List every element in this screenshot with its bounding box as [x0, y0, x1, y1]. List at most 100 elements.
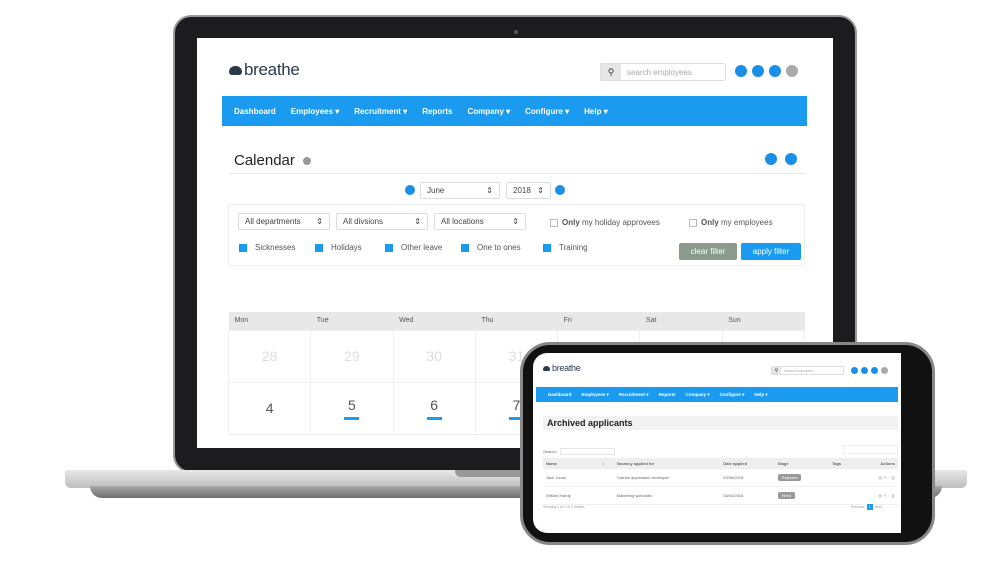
sort-icon[interactable]: ↕: [599, 458, 614, 469]
day-cell[interactable]: 29: [310, 329, 394, 383]
calendar-icon[interactable]: [785, 153, 797, 165]
day-cell[interactable]: 6: [392, 381, 476, 435]
chat-icon[interactable]: [752, 65, 764, 77]
checkbox[interactable]: [689, 218, 697, 227]
nav-reports[interactable]: Reports: [422, 107, 452, 116]
search-box[interactable]: ⚲ Search employees: [771, 366, 844, 375]
only-label: Only: [701, 218, 719, 227]
division-value: All divsions: [343, 217, 384, 226]
only-label: Only: [562, 218, 580, 227]
nav-company[interactable]: Company ▾: [686, 392, 710, 398]
vacancy: Trainee application developer: [613, 469, 721, 487]
camera: [514, 30, 518, 34]
nav-dashboard[interactable]: Dashboard: [234, 107, 276, 116]
nav-recruitment[interactable]: Recruitment ▾: [619, 392, 649, 398]
stage-badge: Rejected: [777, 474, 802, 481]
holiday-label: my holiday approvees: [579, 218, 660, 227]
table-row[interactable]: William Hardy Marketing specialist 05/04/2…: [543, 486, 898, 505]
applicant-name[interactable]: William Hardy: [543, 486, 600, 505]
year-select[interactable]: 2018 ⇕: [506, 182, 551, 199]
export-buttons[interactable]: [843, 445, 898, 454]
checkbox[interactable]: [239, 243, 247, 252]
help-icon[interactable]: [303, 157, 311, 165]
event-bar[interactable]: [344, 416, 360, 420]
nav-reports[interactable]: Reports: [659, 392, 676, 397]
year-value: 2018: [513, 186, 531, 195]
col-date[interactable]: Date applied: [720, 458, 775, 469]
table-row[interactable]: Jack Jones Trainee application developer 2…: [543, 469, 898, 487]
type-sicknesses[interactable]: Sicknesses: [239, 243, 295, 252]
day-header: Mon: [228, 312, 311, 330]
user-icon[interactable]: [871, 367, 878, 374]
prev-month-icon[interactable]: [405, 185, 415, 195]
page-1-button[interactable]: 1: [866, 504, 873, 510]
star-icon[interactable]: [735, 65, 747, 77]
logo[interactable]: breathe: [543, 363, 581, 373]
col-stage[interactable]: Stage: [774, 458, 830, 469]
star-icon[interactable]: [851, 367, 858, 374]
department-select[interactable]: All departments ⇕: [238, 213, 330, 230]
my-employees-checkbox[interactable]: Only my employees: [689, 218, 773, 227]
apply-filter-button[interactable]: apply filter: [741, 243, 801, 260]
day-cell[interactable]: 4: [227, 381, 312, 435]
type-holidays[interactable]: Holidays: [315, 243, 362, 252]
chat-icon[interactable]: [861, 367, 868, 374]
next-page-button[interactable]: Next: [875, 505, 882, 509]
division-select[interactable]: All divsions ⇕: [336, 213, 428, 230]
nav-configure[interactable]: Configure ▾: [720, 392, 745, 398]
nav-company[interactable]: Company ▾: [467, 107, 510, 116]
col-tags[interactable]: Tags: [829, 458, 857, 469]
month-select[interactable]: June ⇕: [420, 182, 500, 199]
location-value: All locations: [441, 217, 484, 226]
logo[interactable]: breathe: [229, 60, 300, 80]
day-cell[interactable]: 28: [227, 329, 312, 383]
type-other-leave[interactable]: Other leave: [385, 243, 442, 252]
clear-filter-button[interactable]: clear filter: [679, 243, 737, 260]
nav-employees[interactable]: Employees ▾: [291, 107, 339, 116]
add-icon[interactable]: [765, 153, 777, 165]
search-box[interactable]: ⚲ search employees: [600, 63, 726, 81]
col-actions: Actions: [856, 458, 898, 469]
search-icon: ⚲: [772, 367, 781, 374]
applicant-name[interactable]: Jack Jones: [543, 469, 600, 487]
checkbox[interactable]: [315, 243, 323, 252]
cloud-icon: [543, 365, 550, 371]
main-nav: Dashboard Employees ▾ Recruitment ▾ Reports…: [536, 387, 898, 402]
checkbox[interactable]: [543, 243, 551, 252]
type-label: Other leave: [401, 243, 443, 252]
nav-employees[interactable]: Employees ▾: [582, 392, 609, 398]
nav-configure[interactable]: Configure ▾: [525, 107, 569, 116]
nav-recruitment[interactable]: Recruitment ▾: [354, 107, 407, 116]
type-one-to-ones[interactable]: One to ones: [461, 243, 521, 252]
col-name[interactable]: Name: [543, 458, 600, 469]
type-training[interactable]: Training: [543, 243, 588, 252]
next-month-icon[interactable]: [555, 185, 565, 195]
col-vacancy[interactable]: Vacancy applied for: [613, 458, 721, 469]
holiday-approvees-checkbox[interactable]: Only my holiday approvees: [550, 218, 660, 227]
checkbox[interactable]: [461, 243, 469, 252]
table-info: Showing 1 to 2 of 2 entries: [543, 505, 585, 509]
nav-help[interactable]: Help ▾: [584, 107, 608, 116]
nav-dashboard[interactable]: Dashboard: [548, 392, 572, 397]
day-cell[interactable]: 5: [310, 381, 394, 435]
location-select[interactable]: All locations ⇕: [434, 213, 526, 230]
day-header: Sat: [639, 312, 723, 330]
power-icon[interactable]: [881, 367, 888, 374]
employees-label: my employees: [718, 218, 773, 227]
day-cell[interactable]: 30: [392, 329, 476, 383]
nav-help[interactable]: Help ▾: [754, 392, 767, 398]
search-input[interactable]: Search employees: [781, 367, 843, 374]
search-input[interactable]: search employees: [621, 64, 725, 80]
power-icon[interactable]: [786, 65, 798, 77]
checkbox[interactable]: [385, 243, 393, 252]
day-header: Tue: [310, 312, 394, 330]
user-icon[interactable]: [769, 65, 781, 77]
date-applied: 20/06/2018: [720, 469, 775, 487]
checkbox[interactable]: [550, 218, 558, 227]
row-actions[interactable]: ▤ ✎ ◌ ▥: [856, 486, 898, 505]
table-search-input[interactable]: [559, 448, 615, 455]
row-actions[interactable]: ▤ ✎ ◌ ▥: [856, 469, 898, 487]
stage-badge: Hired: [777, 492, 796, 499]
prev-page-button[interactable]: Previous: [851, 505, 865, 509]
event-bar[interactable]: [426, 416, 442, 420]
